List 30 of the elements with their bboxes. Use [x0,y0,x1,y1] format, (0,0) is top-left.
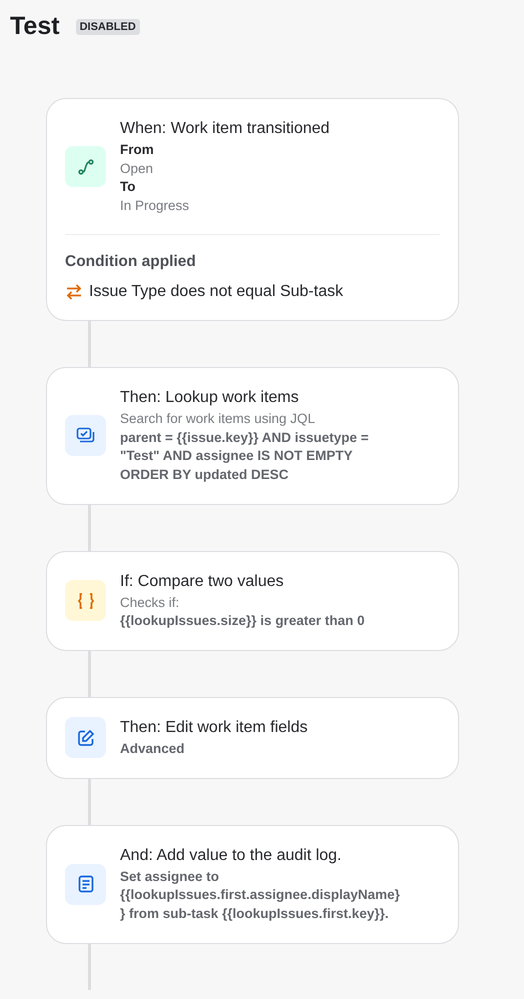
condition-heading: Condition applied [65,252,197,271]
step-card[interactable]: When: Work item transitioned From Open To In Progress Condition applied Issue Type does not equal Sub-task [46,98,459,321]
step-detail: Set assignee to {{lookupIssues.first.assignee.displayName}} from sub-task {{lookupIssues.first.key}}. [120,868,401,924]
field-label: From [120,141,155,159]
document-icon [78,875,94,894]
condition-text: Issue Type does not equal Sub-task [89,282,344,301]
step-card[interactable]: If: Compare two values Checks if: {{lookupIssues.size}} is greater than 0 [46,550,459,652]
step-title: If: Compare two values [120,572,285,592]
step-detail: parent = {{issue.key}} AND issuetype = "Test" AND assignee IS NOT EMPTY ORDER BY updated DESC [120,428,370,484]
step-description: Checks if: [120,594,180,612]
step-description: In Progress [120,197,190,216]
step-detail: {{lookupIssues.size}} is greater than 0 [120,612,366,630]
step-detail: Advanced [120,740,186,758]
route-icon [76,158,94,176]
step-card[interactable]: And: Add value to the audit log. Set assignee to {{lookupIssues.first.assignee.displayName}} from sub-task {{lookupIssues.first.key}}. [46,824,459,944]
field-label: To [120,178,136,196]
step-card[interactable]: Then: Lookup work items Search for work items using JQL parent = {{issue.key}} AND issuetype = "Test" AND assignee IS NOT EMPTY ORDER BY updated DESC [46,366,459,505]
step-title: And: Add value to the audit log. [120,846,342,866]
braces-icon [76,592,96,610]
swap-icon [65,284,83,300]
step-description: Open [120,160,154,178]
rule-title: Test [10,12,60,41]
checklist-icon [76,426,96,445]
step-title: Then: Lookup work items [120,388,300,408]
step-description: Search for work items using JQL [120,410,316,428]
step-title: When: Work item transitioned [120,119,331,139]
status-badge: DISABLED [76,18,140,34]
step-card[interactable]: Then: Edit work item fields Advanced [46,697,459,779]
step-title: Then: Edit work item fields [120,718,309,738]
edit-icon [76,728,94,747]
